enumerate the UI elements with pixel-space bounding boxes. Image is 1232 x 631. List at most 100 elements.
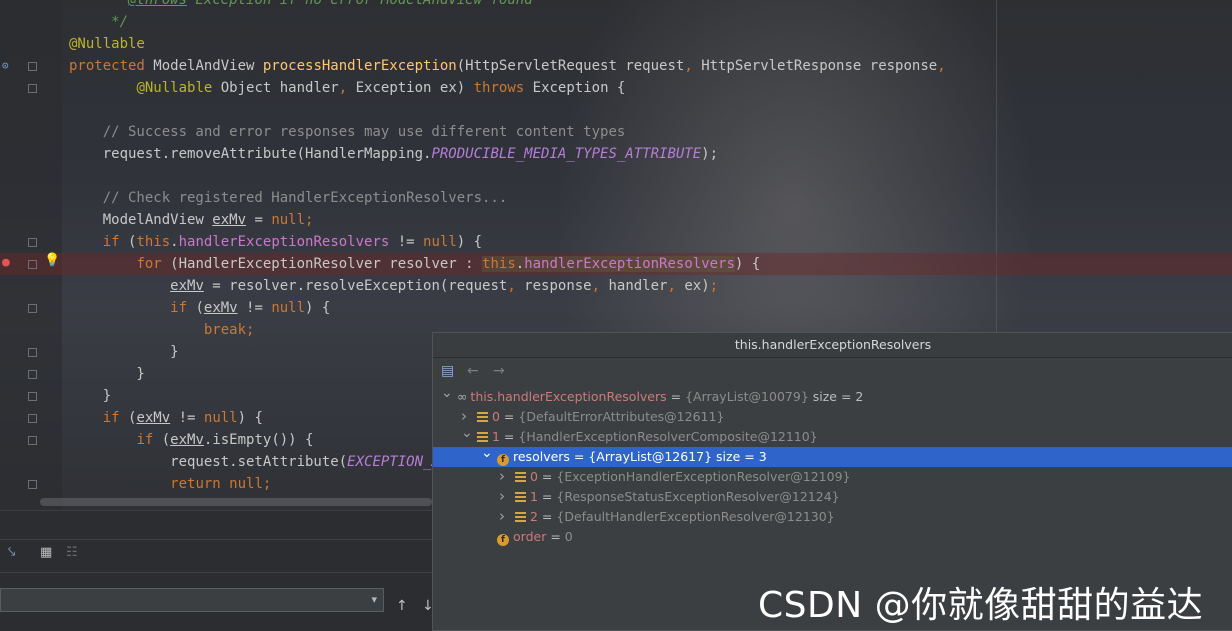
chevron-down-icon: ▾ (371, 593, 377, 606)
back-icon[interactable]: ← (467, 363, 479, 379)
popup-inspect-icon[interactable]: ▤ (441, 363, 454, 379)
code-line[interactable]: */ (0, 11, 1232, 33)
code-line[interactable]: request.removeAttribute(HandlerMapping.P… (0, 143, 1232, 165)
code-token: ModelAndView (69, 212, 213, 228)
code-line[interactable]: for (HandlerExceptionResolver resolver :… (0, 253, 1232, 275)
expand-chevron-icon[interactable]: ⌄ (461, 423, 473, 443)
code-line[interactable]: if (this.handlerExceptionResolvers != nu… (0, 231, 1232, 253)
code-token: , (667, 278, 685, 294)
forward-icon[interactable]: → (493, 363, 505, 379)
list-element-icon (515, 492, 526, 502)
popup-toolbar: ▤ ← → (433, 358, 1232, 384)
code-line[interactable] (0, 99, 1232, 121)
code-line[interactable]: * @throws Exception if no error ModelAnd… (0, 0, 1232, 11)
debug-panel: ⤥ ▦ ☷ (0, 510, 432, 630)
code-line[interactable]: // Success and error responses may use d… (0, 121, 1232, 143)
fold-marker-icon[interactable] (28, 84, 37, 93)
tree-name: order (513, 529, 547, 544)
code-text: protected ModelAndView processHandlerExc… (69, 55, 946, 77)
code-text: if (this.handlerExceptionResolvers != nu… (69, 231, 482, 253)
fold-marker-icon[interactable] (28, 414, 37, 423)
breakpoint-icon[interactable]: ● (2, 255, 10, 270)
tree-row[interactable]: › 2 = {DefaultHandlerExceptionResolver@12… (433, 507, 1232, 527)
fold-marker-icon[interactable] (28, 238, 37, 247)
field-icon: f (497, 454, 509, 466)
lightbulb-icon[interactable]: 💡 (44, 253, 60, 268)
code-token: response (524, 278, 592, 294)
code-token: * (69, 0, 129, 8)
code-token: exMv (170, 278, 204, 294)
tree-eq: = (666, 389, 686, 404)
code-line[interactable]: @Nullable Object handler, Exception ex) … (0, 77, 1232, 99)
fold-marker-icon[interactable] (28, 480, 37, 489)
code-token: PRODUCIBLE_MEDIA_TYPES_ATTRIBUTE (431, 146, 702, 162)
code-token: exMv (136, 410, 171, 426)
tree-row[interactable]: › 0 = {ExceptionHandlerExceptionResolver@… (433, 467, 1232, 487)
fold-marker-icon[interactable] (28, 304, 37, 313)
fold-marker-icon[interactable] (28, 370, 37, 379)
list-element-icon (477, 412, 488, 422)
code-token: break (203, 322, 247, 338)
code-line[interactable]: protected ModelAndView processHandlerExc… (0, 55, 1232, 77)
tree-row[interactable]: › 0 = {DefaultErrorAttributes@12611} (433, 407, 1232, 427)
fold-marker-icon[interactable] (28, 436, 37, 445)
list-element-icon (515, 512, 526, 522)
expand-chevron-icon[interactable]: ⌄ (481, 443, 493, 463)
code-token: this (482, 256, 516, 272)
step-into-icon[interactable]: ⤥ (8, 545, 15, 560)
horizontal-scrollbar[interactable] (40, 498, 432, 506)
code-line[interactable]: if (exMv != null) { (0, 297, 1232, 319)
code-line[interactable]: @Nullable (0, 33, 1232, 55)
code-text: if (exMv != null) { (69, 297, 330, 319)
tree-row[interactable]: f order = 0 (433, 527, 1232, 547)
fold-marker-icon[interactable] (28, 392, 37, 401)
fold-marker-icon[interactable] (28, 260, 37, 269)
code-token: .isEmpty()) { (203, 432, 314, 448)
code-token: } (69, 388, 112, 404)
expand-chevron-icon[interactable]: ⌄ (441, 383, 453, 403)
table-view-icon[interactable]: ▦ (40, 545, 52, 560)
collapse-chevron-icon[interactable]: › (499, 486, 505, 506)
tree-row[interactable]: ⌄ 1 = {HandlerExceptionResolverComposite@… (433, 425, 1232, 447)
code-token: Exception ex) (355, 80, 474, 96)
code-token: , (338, 80, 356, 96)
fold-marker-icon[interactable] (28, 62, 37, 71)
tree-name: 1 (530, 489, 538, 504)
popup-title: this.handlerExceptionResolvers (433, 333, 1232, 358)
tree-row[interactable]: ⌄ ∞ this.handlerExceptionResolvers = {Arra… (433, 385, 1232, 407)
arrow-up-icon[interactable]: ↑ (396, 598, 408, 614)
code-line[interactable]: // Check registered HandlerExceptionReso… (0, 187, 1232, 209)
code-line[interactable]: ModelAndView exMv = null; (0, 209, 1232, 231)
debug-toolbar (0, 539, 432, 573)
code-token: ) { (734, 256, 761, 272)
tree-name: this.handlerExceptionResolvers (470, 389, 667, 404)
watch-icon: ∞ (457, 389, 468, 404)
tree-eq: = (499, 409, 519, 424)
code-token: ; (246, 322, 255, 338)
code-token: handlerExceptionResolvers (524, 256, 735, 272)
override-method-icon[interactable]: ⊙ (2, 59, 9, 72)
tree-row-content: 1 = {ResponseStatusExceptionResolver@121… (515, 487, 840, 507)
code-token: HttpServletResponse response (701, 58, 938, 74)
frames-dropdown[interactable]: ▾ (0, 588, 384, 612)
tree-row[interactable]: › 1 = {ResponseStatusExceptionResolver@12… (433, 487, 1232, 507)
tree-eq: = (537, 489, 557, 504)
collapse-chevron-icon[interactable]: › (499, 466, 505, 486)
tree-row-content: 0 = {ExceptionHandlerExceptionResolver@1… (515, 467, 850, 487)
fold-marker-icon[interactable] (28, 348, 37, 357)
tree-val: 0 (564, 529, 573, 544)
collapse-chevron-icon[interactable]: › (499, 506, 505, 526)
grid-icon[interactable]: ☷ (66, 545, 78, 560)
tree-row[interactable]: ⌄ f resolvers = {ArrayList@12617} size = 3 (433, 445, 1232, 467)
code-token: for (136, 256, 171, 272)
code-token: exMv (212, 212, 247, 228)
code-token: handlerExceptionResolvers (178, 234, 390, 250)
tree-eq: = (537, 469, 557, 484)
code-token: @Nullable (136, 80, 221, 96)
code-text: // Success and error responses may use d… (69, 121, 626, 143)
code-line[interactable]: exMv = resolver.resolveException(request… (0, 275, 1232, 297)
code-token: ) { (237, 410, 263, 426)
tree-row-content: 1 = {HandlerExceptionResolverComposite@1… (477, 427, 818, 447)
code-line[interactable] (0, 165, 1232, 187)
